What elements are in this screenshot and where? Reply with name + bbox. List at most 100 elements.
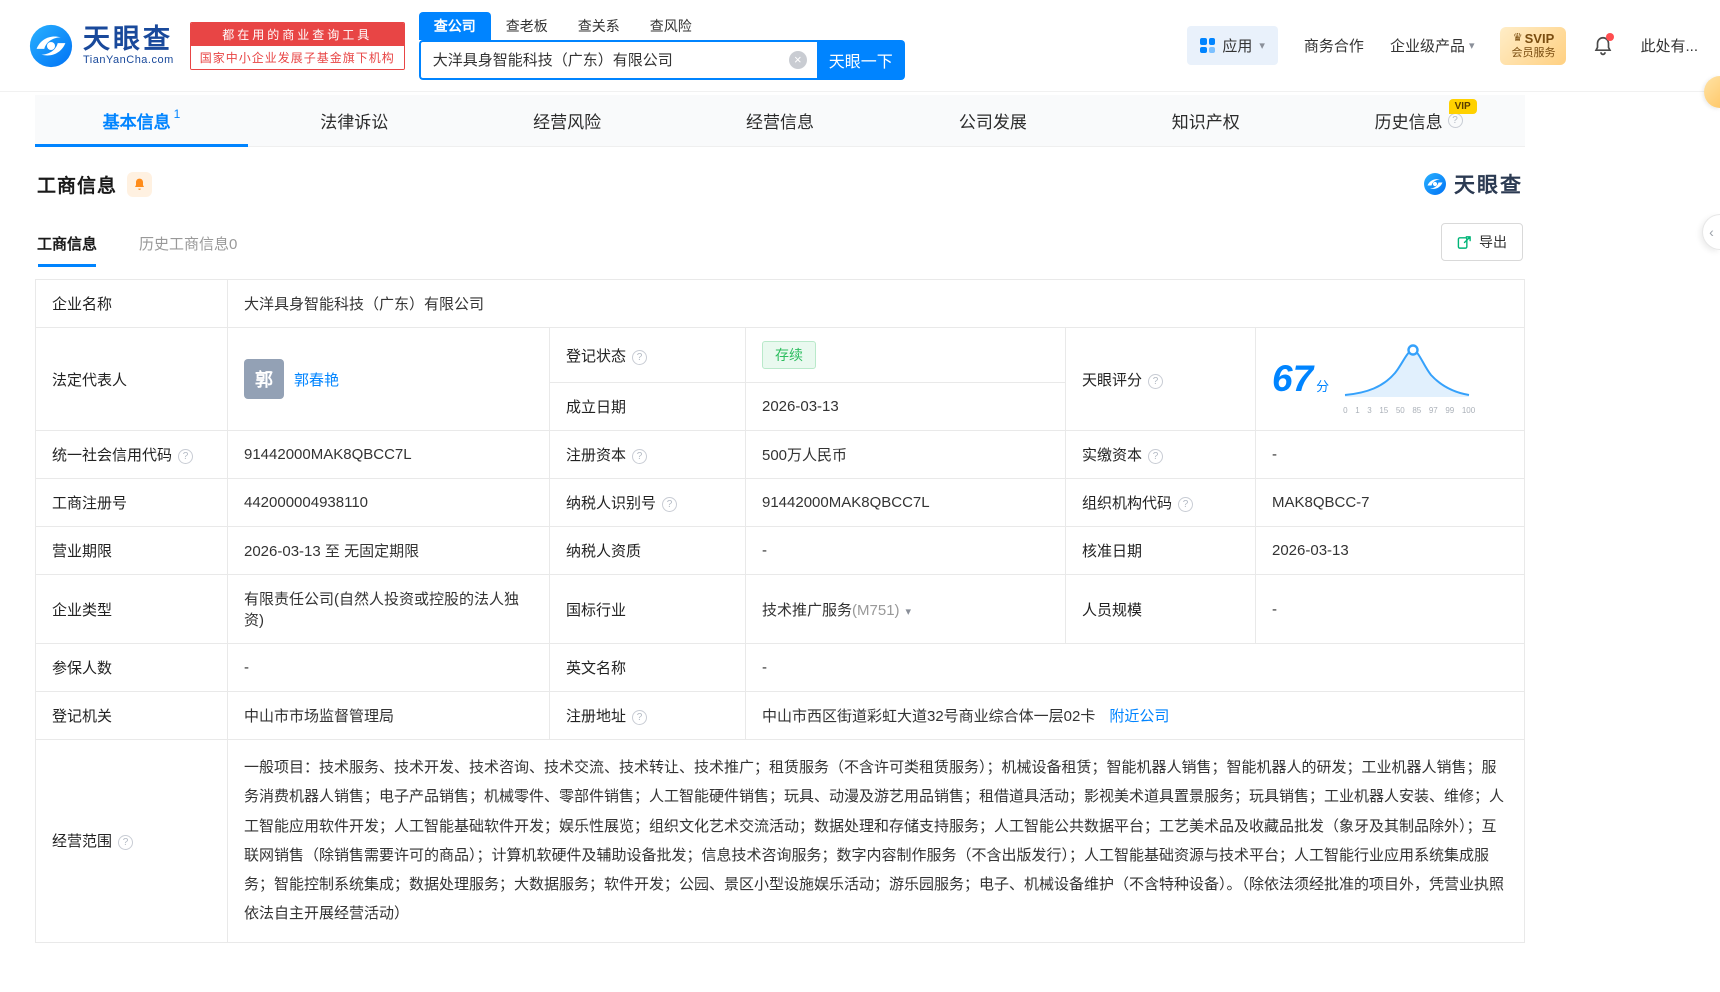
tianyancha-logo-icon — [1424, 173, 1446, 195]
registered-capital: 500万人民币 — [762, 447, 848, 464]
business-info-table: 企业名称 大洋具身智能科技（广东）有限公司 法定代表人 郭 郭春艳 登记状态? … — [35, 279, 1525, 943]
brand-name: 天眼查 — [83, 24, 173, 55]
field-value-taxpayer-id: 91442000MAK8QBCC7L — [745, 478, 1066, 527]
field-label-company-type: 企业类型 — [35, 574, 228, 644]
tab-label: 历史信息 — [1374, 113, 1443, 132]
field-label-business-term: 营业期限 — [35, 526, 228, 575]
business-term: 2026-03-13 至 无固定期限 — [244, 543, 420, 560]
field-label: 天眼评分 — [1082, 371, 1143, 389]
field-value-approval-date: 2026-03-13 — [1255, 526, 1525, 575]
established-date: 2026-03-13 — [762, 398, 839, 415]
user-menu[interactable]: 此处有... — [1640, 35, 1698, 56]
help-icon[interactable]: ? — [662, 497, 678, 512]
search-block: 查公司 查老板 查关系 查风险 × 天眼一下 — [418, 11, 905, 80]
field-label-score: 天眼评分? — [1065, 327, 1256, 431]
help-icon[interactable]: ? — [1148, 449, 1164, 464]
field-label: 工商注册号 — [52, 495, 128, 512]
company-type: 有限责任公司(自然人投资或控股的法人独资) — [244, 591, 519, 629]
search-tab-company[interactable]: 查公司 — [418, 11, 491, 40]
row-authority-address: 登记机关 中山市市场监督管理局 注册地址? 中山市西区街道彩虹大道32号商业综合… — [35, 691, 1525, 740]
help-icon[interactable]: ? — [632, 710, 648, 725]
field-label: 成立日期 — [566, 399, 627, 416]
business-scope: 一般项目：技术服务、技术开发、技术咨询、技术交流、技术转让、技术推广；租赁服务（… — [244, 759, 1505, 923]
tab-intellectual-property[interactable]: 知识产权 — [1099, 95, 1312, 146]
paid-in-capital: - — [1272, 446, 1277, 463]
field-label-business-scope: 经营范围? — [35, 739, 228, 943]
row-company-name: 企业名称 大洋具身智能科技（广东）有限公司 — [35, 279, 1525, 328]
english-name: - — [762, 659, 767, 676]
approval-date: 2026-03-13 — [1272, 542, 1349, 559]
field-label-org-code: 组织机构代码? — [1065, 478, 1256, 527]
field-label-approval-date: 核准日期 — [1065, 526, 1256, 575]
field-value-established-date: 2026-03-13 — [745, 382, 1066, 431]
watermark-text: 天眼查 — [1454, 174, 1523, 197]
search-button[interactable]: 天眼一下 — [816, 39, 905, 80]
field-label-legal-rep: 法定代表人 — [35, 327, 228, 431]
field-value-insured-count: - — [227, 643, 550, 692]
registration-authority: 中山市市场监督管理局 — [244, 708, 395, 725]
section-title: 工商信息 — [37, 175, 118, 197]
row-business-scope: 经营范围? 一般项目：技术服务、技术开发、技术咨询、技术交流、技术转让、技术推广… — [35, 739, 1525, 943]
export-icon — [1457, 235, 1471, 249]
search-tab-relations[interactable]: 查关系 — [563, 12, 635, 40]
field-value-english-name: - — [745, 643, 1525, 692]
tab-legal-proceedings[interactable]: 法律诉讼 — [248, 95, 461, 146]
company-section-tabs: 基本信息 1 法律诉讼 经营风险 经营信息 公司发展 知识产权 历史信息 ? V… — [35, 95, 1525, 147]
enterprise-products-label: 企业级产品 — [1389, 38, 1465, 55]
legal-rep-link[interactable]: 郭春艳 — [294, 369, 339, 390]
search-tab-boss[interactable]: 查老板 — [491, 12, 563, 40]
tab-business-info[interactable]: 经营信息 — [674, 95, 887, 146]
tab-label: 知识产权 — [1171, 113, 1240, 132]
tianyancha-logo[interactable]: 天眼查 TianYanCha.com — [28, 23, 174, 69]
field-label: 经营范围 — [52, 833, 113, 851]
help-icon[interactable]: ? — [632, 449, 648, 464]
tab-history-info[interactable]: 历史信息 ? VIP — [1312, 95, 1525, 146]
legal-rep-avatar[interactable]: 郭 — [244, 359, 284, 399]
field-value-company-name: 大洋具身智能科技（广东）有限公司 — [227, 279, 1525, 328]
help-icon[interactable]: ? — [1148, 373, 1164, 389]
field-label: 组织机构代码 — [1082, 495, 1173, 512]
help-icon[interactable]: ? — [178, 449, 194, 464]
nearby-companies-link[interactable]: 附近公司 — [1109, 708, 1169, 725]
field-label: 企业名称 — [52, 296, 113, 313]
subtab-current-registration[interactable]: 工商信息 — [37, 233, 97, 267]
help-icon[interactable]: ? — [118, 835, 134, 851]
tab-operational-risk[interactable]: 经营风险 — [461, 95, 674, 146]
row-credit-capital: 统一社会信用代码? 91442000MAK8QBCC7L 注册资本? 500万人… — [35, 430, 1525, 479]
promo-badge: 都在用的商业查询工具 国家中小企业发展子基金旗下机构 — [189, 21, 405, 70]
field-label: 英文名称 — [566, 660, 627, 677]
field-label-insured-count: 参保人数 — [35, 643, 228, 692]
notification-bell-icon[interactable] — [1592, 32, 1615, 58]
tab-basic-info[interactable]: 基本信息 1 — [35, 95, 248, 147]
subtab-history-registration[interactable]: 历史工商信息0 — [139, 233, 237, 267]
export-label: 导出 — [1479, 234, 1507, 250]
tab-company-development[interactable]: 公司发展 — [886, 95, 1099, 146]
field-label: 法定代表人 — [52, 371, 128, 389]
help-icon[interactable]: ? — [1178, 497, 1194, 512]
field-value-registered-capital: 500万人民币 — [745, 430, 1066, 479]
sidebar-collapse-button[interactable]: ‹ — [1702, 214, 1720, 250]
field-label: 参保人数 — [52, 660, 113, 677]
status-badge: 存续 — [762, 341, 816, 369]
monitor-bell-icon[interactable] — [127, 171, 153, 197]
export-button[interactable]: 导出 — [1441, 223, 1523, 261]
taxpayer-id: 91442000MAK8QBCC7L — [762, 494, 930, 511]
help-icon[interactable]: ? — [632, 349, 648, 365]
clear-search-icon[interactable]: × — [788, 50, 807, 69]
help-icon[interactable]: ? — [1447, 113, 1463, 128]
field-value-legal-rep: 郭 郭春艳 — [227, 327, 550, 431]
apps-menu[interactable]: 应用 ▾ — [1187, 26, 1278, 65]
svip-membership-badge[interactable]: ♛ SVIP 会员服务 — [1500, 26, 1567, 65]
search-input[interactable] — [420, 41, 817, 78]
search-tab-risk[interactable]: 查风险 — [635, 12, 707, 40]
nav-enterprise-products[interactable]: 企业级产品 ▾ — [1390, 35, 1475, 56]
field-label: 核准日期 — [1082, 543, 1143, 560]
nav-business-cooperation[interactable]: 商务合作 — [1304, 35, 1364, 56]
industry-dropdown[interactable]: 技术推广服务(M751) ▾ — [762, 602, 911, 619]
field-label: 国标行业 — [566, 601, 627, 619]
taxpayer-qualification: - — [762, 542, 767, 559]
score-chart[interactable]: 0 1 3 15 50 85 97 99 100 — [1343, 343, 1475, 415]
credit-code: 91442000MAK8QBCC7L — [244, 446, 412, 463]
tab-label: 经营信息 — [746, 113, 814, 132]
header-nav: 应用 ▾ 商务合作 企业级产品 ▾ ♛ SVIP 会员服务 此处有... — [1187, 26, 1698, 65]
